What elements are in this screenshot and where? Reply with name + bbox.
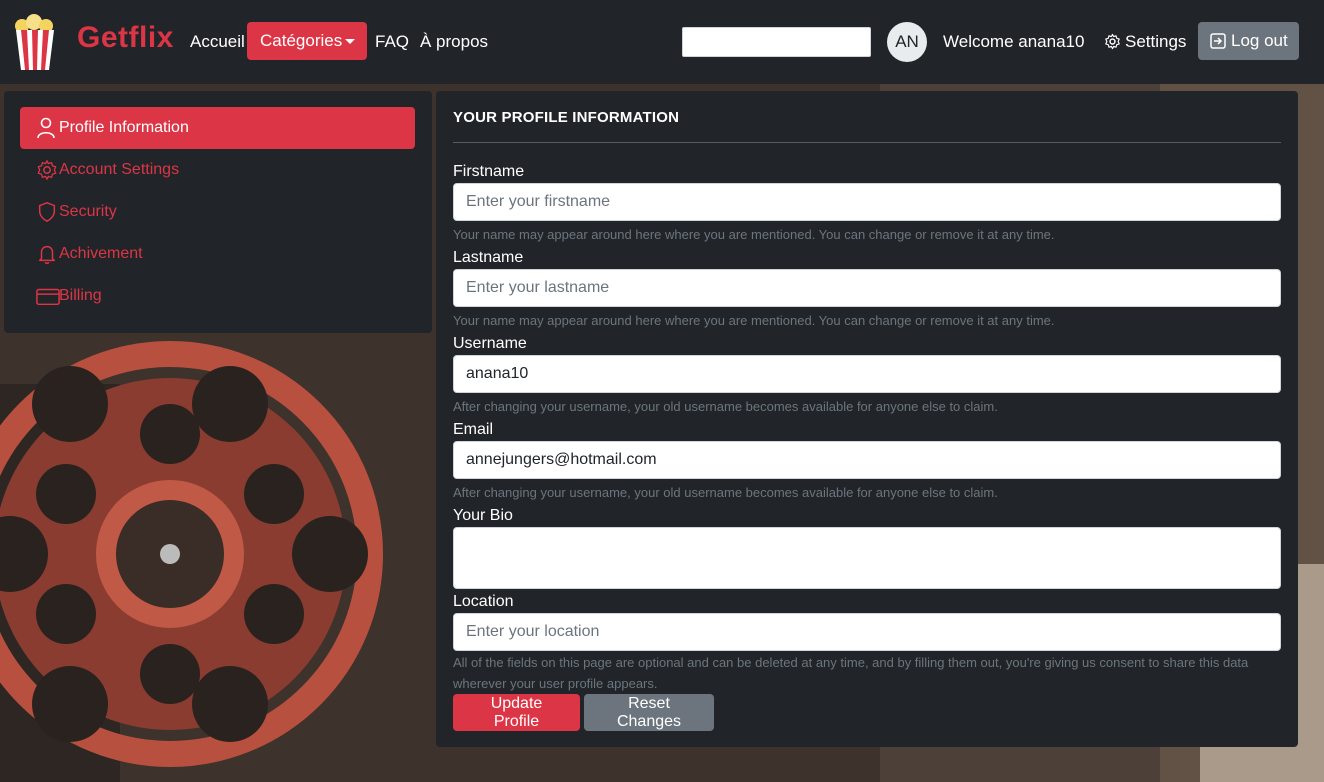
- top-navbar: Getflix Accueil Catégories FAQ À propos …: [0, 0, 1324, 84]
- categories-label: Catégories: [260, 31, 343, 50]
- brand-name[interactable]: Getflix: [77, 21, 174, 55]
- bio-textarea[interactable]: [453, 527, 1281, 589]
- profile-sidebar: Profile Information Account Settings Sec…: [4, 91, 432, 333]
- email-label: Email: [453, 421, 494, 438]
- lastname-field[interactable]: [453, 269, 1281, 307]
- sidebar-item-achivement[interactable]: Achivement: [20, 233, 415, 275]
- bio-label: Your Bio: [453, 507, 513, 524]
- firstname-help-text: Your name may appear around here where y…: [453, 227, 1055, 242]
- bell-icon: [38, 245, 56, 265]
- divider: [453, 142, 1281, 143]
- location-label: Location: [453, 593, 514, 610]
- shield-icon: [38, 202, 56, 222]
- email-field[interactable]: [453, 441, 1281, 479]
- email-help-text: After changing your username, your old u…: [453, 485, 998, 500]
- nav-faq-link[interactable]: FAQ: [375, 32, 409, 52]
- sidebar-item-security[interactable]: Security: [20, 191, 415, 233]
- sidebar-item-billing[interactable]: Billing: [20, 275, 415, 317]
- nav-home-link[interactable]: Accueil: [190, 32, 245, 52]
- caret-down-icon: [345, 39, 355, 44]
- username-field[interactable]: [453, 355, 1281, 393]
- firstname-field[interactable]: [453, 183, 1281, 221]
- profile-form-card: YOUR PROFILE INFORMATION Firstname Your …: [436, 91, 1298, 747]
- credit-card-icon: [36, 288, 60, 306]
- username-help-text: After changing your username, your old u…: [453, 399, 998, 414]
- avatar[interactable]: AN: [887, 22, 927, 62]
- gear-icon: [1105, 33, 1120, 50]
- sidebar-item-label: Profile Information: [59, 119, 189, 136]
- logout-button[interactable]: Log out: [1198, 22, 1299, 60]
- sidebar-item-label: Security: [59, 203, 117, 220]
- update-profile-button[interactable]: Update Profile: [453, 694, 580, 731]
- lastname-label: Lastname: [453, 249, 524, 266]
- nav-about-link[interactable]: À propos: [420, 32, 488, 52]
- gear-icon: [37, 160, 57, 180]
- welcome-text: Welcome anana10: [943, 32, 1085, 51]
- location-help-text: All of the fields on this page are optio…: [453, 655, 1249, 691]
- lastname-help-text: Your name may appear around here where y…: [453, 313, 1055, 328]
- location-field[interactable]: [453, 613, 1281, 651]
- page-title: YOUR PROFILE INFORMATION: [453, 109, 680, 126]
- sidebar-item-label: Billing: [59, 287, 102, 304]
- sidebar-item-profile-information[interactable]: Profile Information: [20, 107, 415, 149]
- sidebar-item-account-settings[interactable]: Account Settings: [20, 149, 415, 191]
- logout-icon: [1210, 33, 1226, 49]
- sidebar-item-label: Account Settings: [59, 161, 180, 178]
- username-label: Username: [453, 335, 527, 352]
- firstname-label: Firstname: [453, 163, 525, 180]
- categories-dropdown[interactable]: Catégories: [247, 22, 367, 60]
- search-input[interactable]: [682, 27, 871, 57]
- settings-link[interactable]: Settings: [1104, 32, 1186, 52]
- person-icon: [37, 117, 55, 139]
- sidebar-item-label: Achivement: [59, 245, 143, 262]
- reset-changes-button[interactable]: Reset Changes: [584, 694, 714, 731]
- popcorn-logo-icon[interactable]: [12, 14, 58, 70]
